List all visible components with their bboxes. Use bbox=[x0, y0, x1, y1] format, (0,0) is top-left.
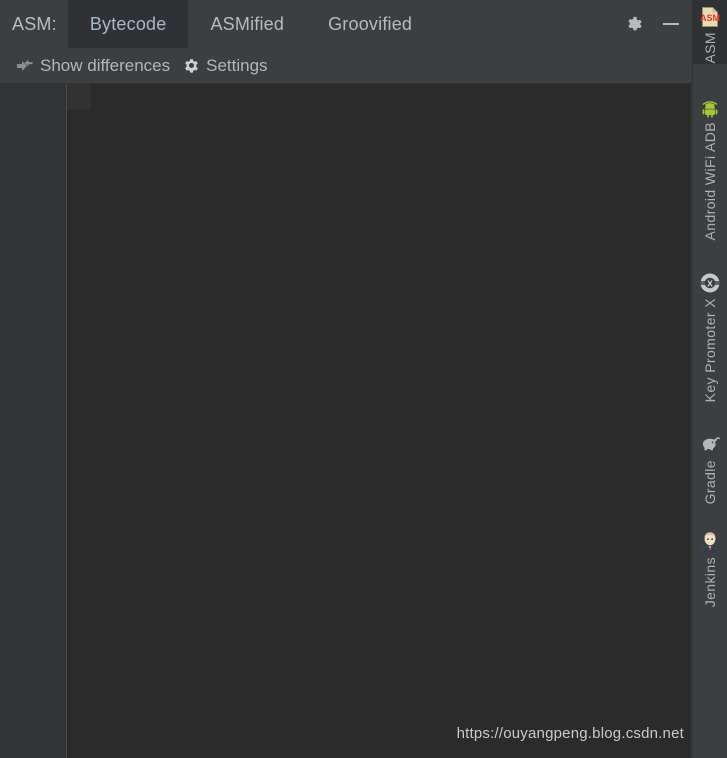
minimize-icon[interactable] bbox=[660, 13, 682, 35]
main-column: ASM: Bytecode ASMified Groovified Show d… bbox=[0, 0, 692, 758]
show-differences-label: Show differences bbox=[40, 55, 171, 75]
diff-arrows-icon bbox=[16, 57, 34, 75]
svg-text:X: X bbox=[707, 279, 713, 289]
tab-asmified-label: ASMified bbox=[210, 13, 285, 34]
gear-icon bbox=[182, 57, 200, 75]
blog-watermark: https://ouyangpeng.blog.csdn.net bbox=[456, 725, 684, 742]
sidebar-item-asm[interactable]: ASM ASM bbox=[693, 0, 727, 64]
sidebar-item-android-wifi-adb[interactable]: Android WiFi ADB bbox=[693, 90, 727, 240]
tab-bytecode-label: Bytecode bbox=[89, 13, 167, 34]
show-differences-button[interactable]: Show differences bbox=[10, 56, 176, 76]
stripe-gap-1 bbox=[693, 64, 727, 90]
settings-button[interactable]: Settings bbox=[176, 56, 273, 76]
tab-groovified-label: Groovified bbox=[328, 13, 413, 34]
sidebar-item-key-promoter-x-label: Key Promoter X bbox=[702, 297, 718, 403]
editor-gutter[interactable] bbox=[0, 84, 67, 758]
gutter-top-strip bbox=[0, 84, 66, 109]
stripe-gap-3 bbox=[693, 402, 727, 428]
bytecode-editor[interactable]: https://ouyangpeng.blog.csdn.net bbox=[67, 84, 692, 758]
gradle-elephant-icon bbox=[697, 432, 723, 458]
stripe-gap-2 bbox=[693, 240, 727, 266]
tab-bar-actions bbox=[622, 0, 692, 48]
asm-bytecode-viewer-window: ASM: Bytecode ASMified Groovified Show d… bbox=[0, 0, 727, 758]
stripe-gap-4 bbox=[693, 505, 727, 525]
sidebar-item-key-promoter-x[interactable]: X Key Promoter X bbox=[693, 266, 727, 402]
sidebar-item-gradle[interactable]: Gradle bbox=[693, 428, 727, 505]
editor-first-line-highlight bbox=[67, 84, 91, 109]
action-toolbar: Show differences Settings bbox=[0, 48, 692, 84]
key-promoter-x-icon: X bbox=[697, 270, 723, 296]
sidebar-item-jenkins-label: Jenkins bbox=[702, 556, 718, 608]
tab-bar-spacer bbox=[434, 0, 622, 48]
sidebar-item-asm-label: ASM bbox=[702, 32, 718, 64]
asm-document-icon: ASM bbox=[697, 4, 723, 30]
tab-bar: ASM: Bytecode ASMified Groovified bbox=[0, 0, 692, 48]
editor-right-edge bbox=[691, 84, 692, 758]
bytecode-editor-area[interactable]: https://ouyangpeng.blog.csdn.net bbox=[0, 84, 692, 758]
tab-bytecode[interactable]: Bytecode bbox=[67, 0, 189, 48]
android-wifi-icon bbox=[697, 94, 723, 120]
sidebar-item-android-wifi-adb-label: Android WiFi ADB bbox=[702, 121, 718, 240]
jenkins-butler-icon bbox=[697, 529, 723, 555]
settings-label: Settings bbox=[206, 55, 268, 75]
tab-asmified[interactable]: ASMified bbox=[188, 0, 306, 48]
right-tool-window-stripe: ASM ASM Android WiFi ADB X Key Promoter … bbox=[692, 0, 727, 758]
sidebar-item-gradle-label: Gradle bbox=[702, 460, 718, 505]
svg-text:ASM: ASM bbox=[700, 13, 720, 23]
sidebar-item-jenkins[interactable]: Jenkins bbox=[693, 525, 727, 607]
tab-bar-title: ASM: bbox=[12, 13, 57, 34]
tab-groovified[interactable]: Groovified bbox=[306, 0, 434, 48]
gear-icon[interactable] bbox=[622, 13, 644, 35]
